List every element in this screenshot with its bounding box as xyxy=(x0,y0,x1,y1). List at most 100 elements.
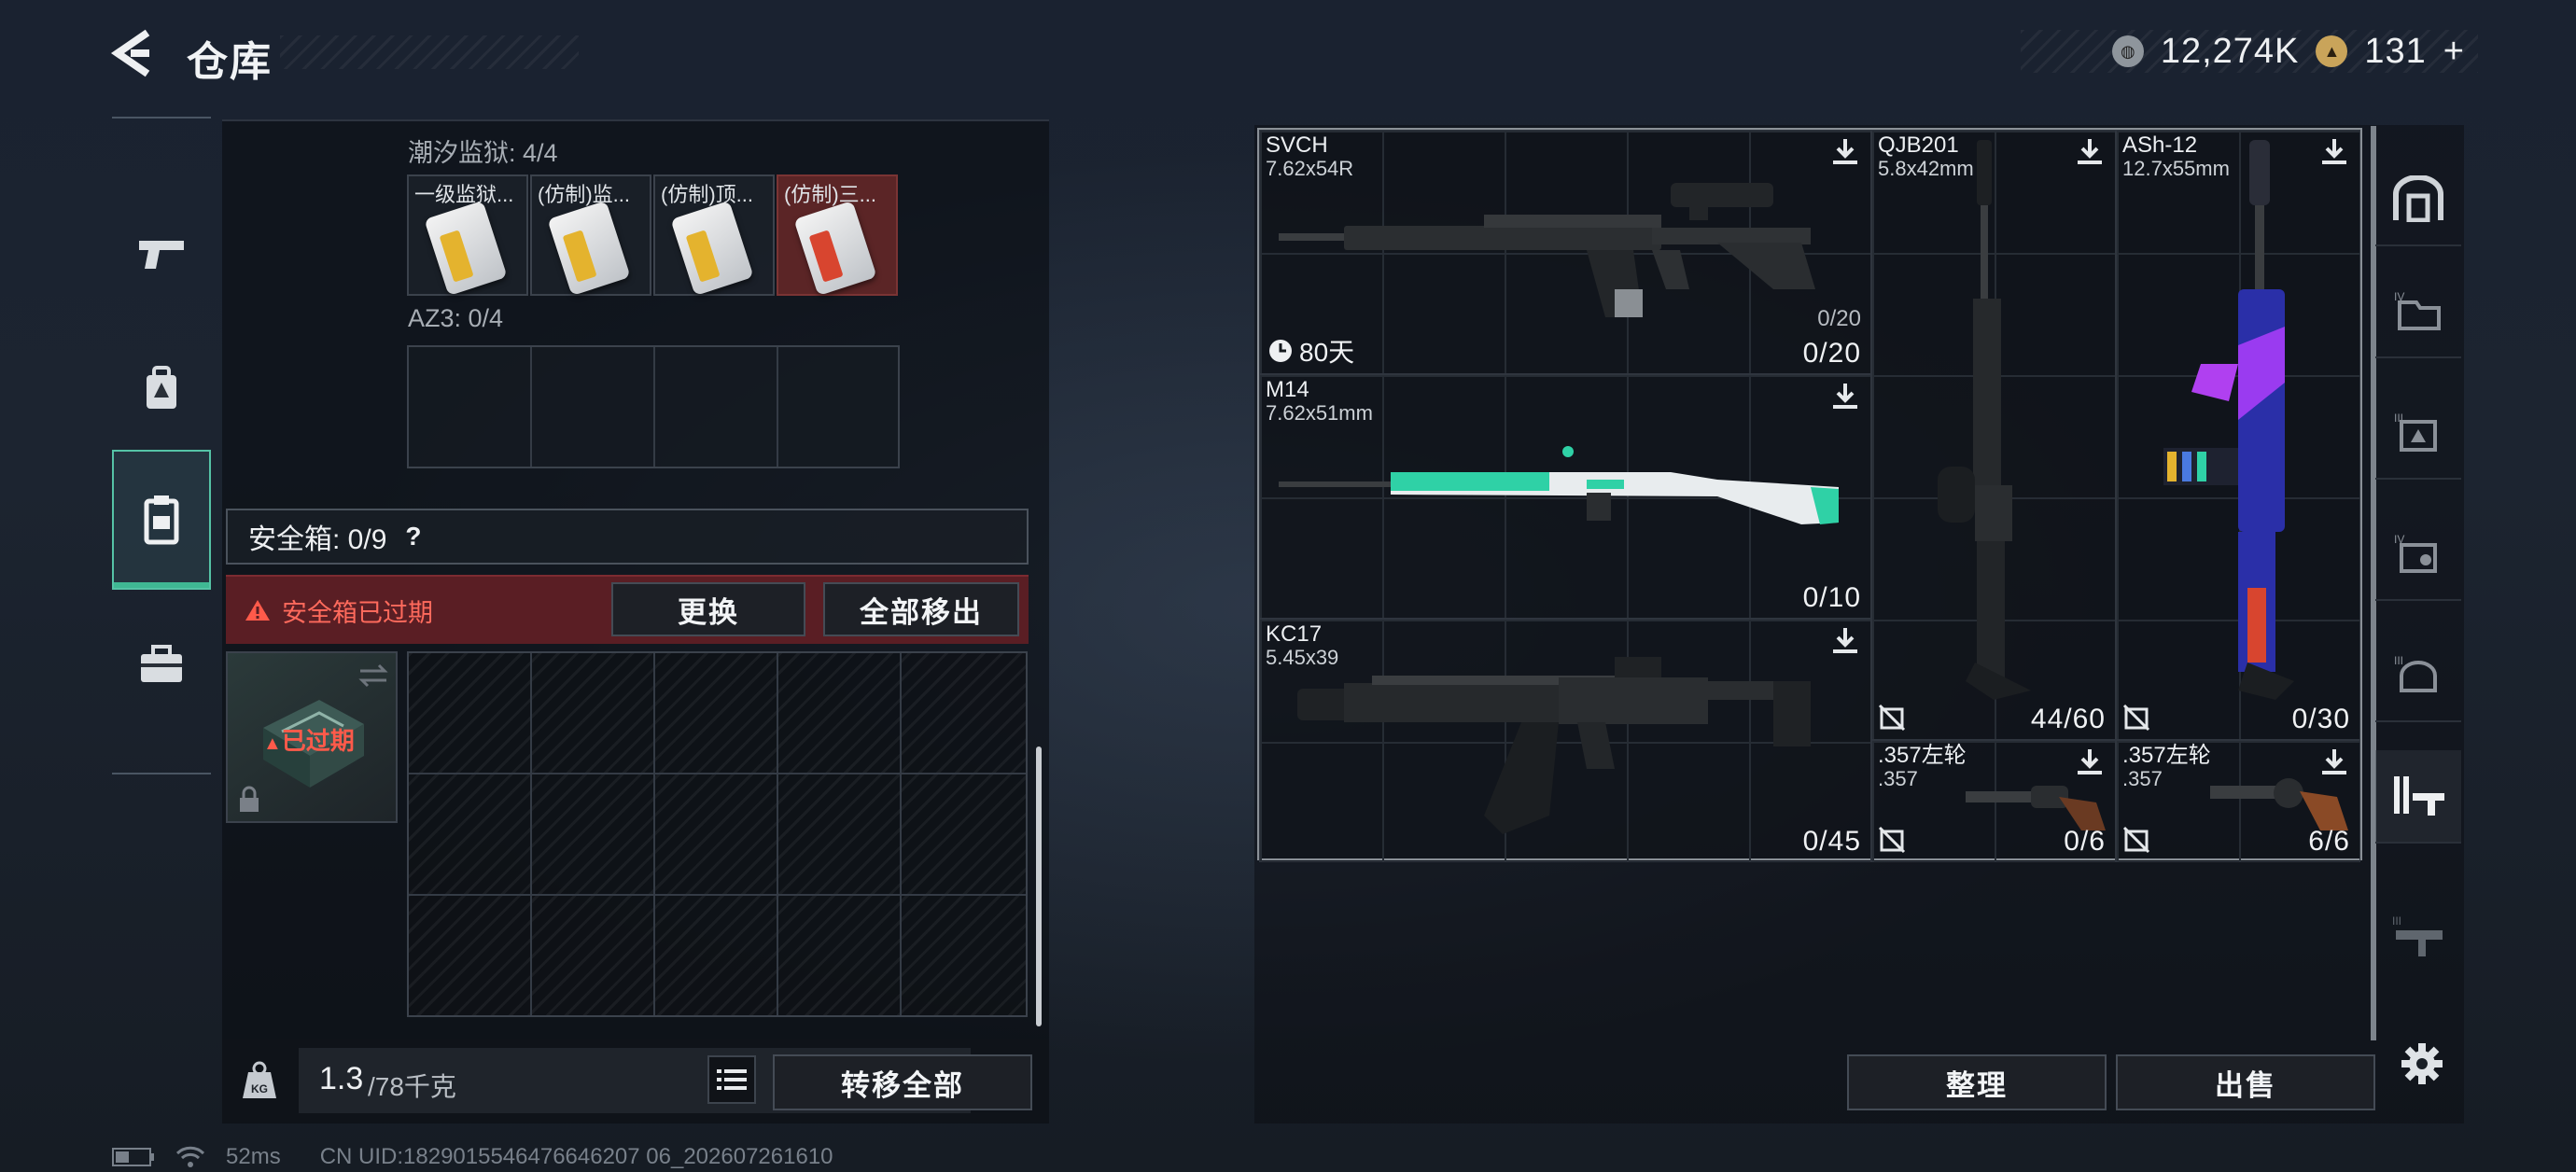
download-icon[interactable] xyxy=(1829,136,1861,168)
nav-tier-iii-helmet[interactable]: III xyxy=(2375,629,2461,722)
weapon-name: .357左轮 xyxy=(2122,743,2211,768)
container-icon xyxy=(144,495,179,545)
az3-slots[interactable] xyxy=(407,345,900,468)
tier-iii-armor-icon: III xyxy=(2394,412,2437,452)
download-icon[interactable] xyxy=(2074,136,2106,168)
remove-all-button[interactable]: 全部移出 xyxy=(823,582,1019,636)
status-bar: 52ms CN UID:1829015546476646207 06_20260… xyxy=(112,1143,1045,1171)
add-currency-button[interactable]: + xyxy=(2443,32,2465,72)
coin-icon: ◍ xyxy=(2111,35,2144,67)
right-nav: IV III IV III III xyxy=(2375,125,2461,1035)
ping-value: 52ms xyxy=(226,1144,281,1169)
weapon-card-357-revolver[interactable]: .357左轮 .357 6/6 xyxy=(2116,740,2360,862)
keycard-slot[interactable]: (仿制)监... xyxy=(530,174,651,297)
nav-tier-iii-rack[interactable]: III xyxy=(2375,890,2461,984)
player-uid: CN UID:1829015546476646207 06_2026072616… xyxy=(319,1144,833,1169)
nav-weapon-rack[interactable] xyxy=(2375,750,2461,844)
keycard-section-label: 潮汐监狱: 4/4 xyxy=(408,139,558,167)
transfer-all-button[interactable]: 转移全部 xyxy=(773,1054,1032,1110)
weapon-ammo: 0/20 xyxy=(1802,338,1861,369)
broken-durability-icon xyxy=(2122,704,2150,732)
download-icon[interactable] xyxy=(2074,746,2106,778)
nav-equipment[interactable] xyxy=(112,319,211,459)
safe-box-label: 安全箱: 0/9 xyxy=(248,524,387,555)
expired-status: ▲已过期 xyxy=(263,727,355,755)
weapon-ammo: 0/45 xyxy=(1802,826,1861,857)
weapon-rental-timer: 80天 xyxy=(1267,332,1354,370)
help-icon[interactable]: ? xyxy=(405,522,421,551)
weapon-ammo: 0/6 xyxy=(2064,826,2106,857)
tier-iii-helmet-icon: III xyxy=(2394,654,2437,692)
replace-button[interactable]: 更换 xyxy=(611,582,805,636)
rifle-image xyxy=(2163,140,2294,700)
weapon-ammo: 0/10 xyxy=(1802,582,1861,613)
weapon-ammo: 0/30 xyxy=(2291,704,2350,734)
broken-durability-icon xyxy=(2122,826,2150,854)
keycard-icon xyxy=(424,200,508,297)
weapon-name: .357左轮 xyxy=(1878,743,1967,768)
weapon-card-ash12[interactable]: ASh-12 12.7x55mm 0/30 xyxy=(2116,130,2360,740)
safe-box-storage-grid[interactable] xyxy=(407,651,1028,1017)
keycard-icon xyxy=(793,200,877,297)
nav-toolbox[interactable] xyxy=(112,594,211,734)
weapon-ammo: 44/60 xyxy=(2030,704,2106,734)
weapon-card-kc17[interactable]: KC17 5.45x39 0/45 xyxy=(1259,619,1871,862)
organize-button[interactable]: 整理 xyxy=(1847,1054,2107,1110)
svg-text:III: III xyxy=(2394,654,2403,667)
weight-icon: KG xyxy=(243,1061,276,1098)
currency-bar: ◍ 12,274K ▲ 131 + xyxy=(2021,30,2478,73)
pistol-icon xyxy=(139,241,184,269)
weapon-card-m14[interactable]: M14 7.62x51mm 0/10 xyxy=(1259,374,1871,619)
nav-tier-iii-armor[interactable]: III xyxy=(2375,386,2461,480)
toolbox-icon xyxy=(141,645,182,682)
weight-current: 1.3 xyxy=(319,1061,364,1096)
keycard-slot[interactable]: (仿制)顶... xyxy=(653,174,775,297)
rifle-image xyxy=(1279,183,1815,317)
weapon-grid: SVCH 7.62x54R 0/20 80天 0/20 M14 7.62x51m… xyxy=(1257,128,2362,862)
clock-icon xyxy=(1269,340,1292,362)
currency-secondary: 131 xyxy=(2364,31,2427,71)
weapon-card-qjb201[interactable]: QJB201 5.8x42mm 44/60 xyxy=(1871,130,2116,740)
keycard-icon xyxy=(547,200,631,297)
list-icon xyxy=(717,1069,747,1090)
weapon-rack-icon xyxy=(2394,776,2444,816)
currency-primary: 12,274K xyxy=(2160,31,2300,71)
weight-max: /78千克 xyxy=(368,1072,456,1101)
nav-tier-iv-rig[interactable]: IV xyxy=(2375,508,2461,601)
weapon-ammo: 6/6 xyxy=(2308,826,2350,857)
swap-icon xyxy=(358,663,388,688)
back-arrow-icon xyxy=(110,29,150,77)
title-decoration xyxy=(280,35,579,69)
sell-button[interactable]: 出售 xyxy=(2116,1054,2375,1110)
nav-vault[interactable] xyxy=(2375,153,2461,246)
left-scrollbar[interactable] xyxy=(1036,746,1042,1026)
az3-section-label: AZ3: 0/4 xyxy=(408,304,504,332)
page-title: 仓库 xyxy=(187,39,273,85)
nav-tier-iv-folder[interactable]: IV xyxy=(2375,265,2461,358)
safe-box-header: 安全箱: 0/9 ? xyxy=(226,509,1029,565)
weapon-name: SVCH xyxy=(1266,133,1328,158)
tier-iv-folder-icon: IV xyxy=(2394,290,2441,330)
list-view-button[interactable] xyxy=(707,1055,756,1104)
download-icon[interactable] xyxy=(1829,381,1861,412)
weapon-name: M14 xyxy=(1266,377,1309,402)
nav-containers[interactable] xyxy=(112,450,211,590)
rifle-image xyxy=(1279,446,1839,524)
keycard-slots: 一级监狱... (仿制)监... (仿制)顶... (仿制)三... xyxy=(407,174,900,300)
weapon-card-357-revolver[interactable]: .357左轮 .357 0/6 xyxy=(1871,740,2116,862)
settings-button[interactable] xyxy=(2389,1031,2455,1096)
tier-iv-rig-icon: IV xyxy=(2394,533,2437,573)
keycard-slot[interactable]: 一级监狱... xyxy=(407,174,528,297)
weapon-caliber: 7.62x51mm xyxy=(1266,401,1373,425)
nav-weapons[interactable] xyxy=(112,184,211,324)
weapon-card-svch[interactable]: SVCH 7.62x54R 0/20 80天 0/20 xyxy=(1259,130,1871,374)
gear-icon xyxy=(2401,1043,2443,1084)
broken-durability-icon xyxy=(1878,704,1906,732)
back-button[interactable] xyxy=(105,22,161,84)
left-nav xyxy=(112,117,211,774)
safe-box-item[interactable]: ▲已过期 xyxy=(226,651,398,823)
keycard-slot[interactable]: (仿制)三... xyxy=(777,174,898,297)
tier-iii-rack-icon: III xyxy=(2392,914,2443,956)
revolver-image xyxy=(2210,778,2348,830)
lock-icon xyxy=(240,786,259,812)
